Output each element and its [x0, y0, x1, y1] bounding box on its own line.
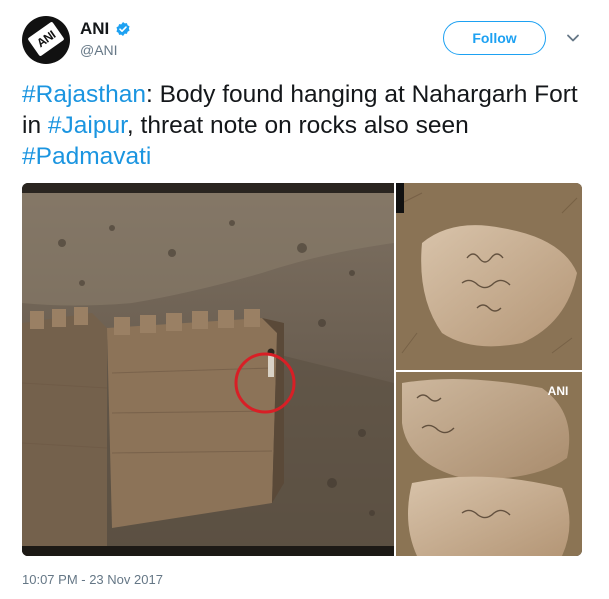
- media-grid[interactable]: ANI: [22, 183, 582, 556]
- follow-button[interactable]: Follow: [443, 21, 546, 55]
- verified-badge-icon: [116, 22, 130, 36]
- ani-watermark: ANI: [548, 384, 569, 398]
- chevron-down-icon[interactable]: [566, 33, 580, 43]
- user-name-row[interactable]: ANI: [80, 19, 131, 39]
- hashtag-jaipur[interactable]: #Jaipur: [48, 112, 127, 139]
- display-name[interactable]: ANI: [80, 19, 109, 39]
- tweet-text: #Rajasthan: Body found hanging at Naharg…: [22, 79, 582, 172]
- hashtag-rajasthan[interactable]: #Rajasthan: [22, 81, 146, 108]
- user-handle[interactable]: @ANI: [80, 42, 118, 58]
- avatar[interactable]: ANI: [22, 16, 70, 64]
- hashtag-padmavati[interactable]: #Padmavati: [22, 143, 151, 170]
- fort-photo: [22, 183, 394, 556]
- rock-photo-bottom: ANI: [396, 372, 582, 556]
- rock-photo-top: [396, 183, 582, 370]
- avatar-logo-text: ANI: [34, 27, 58, 51]
- media-photos: ANI: [22, 183, 582, 556]
- ani-logo: ANI: [27, 21, 65, 57]
- tweet-timestamp[interactable]: 10:07 PM - 23 Nov 2017: [22, 572, 163, 587]
- tweet-text-segment: , threat note on rocks also seen: [126, 112, 469, 139]
